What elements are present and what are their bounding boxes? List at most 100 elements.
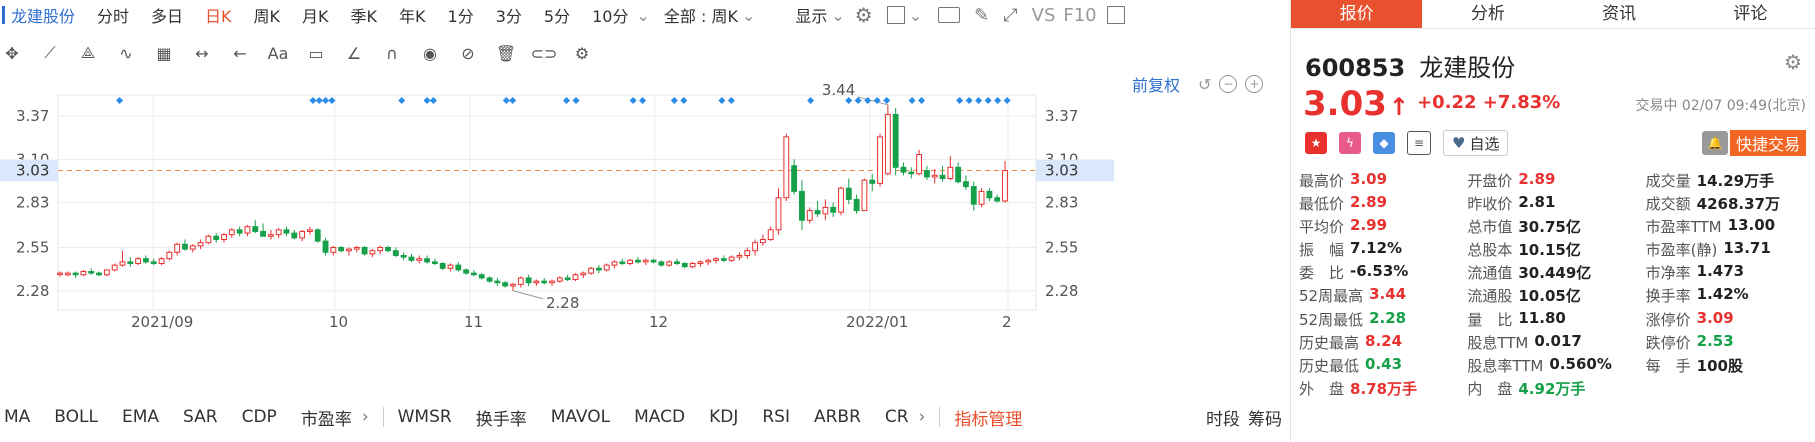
ind-3[interactable]: SAR — [183, 407, 218, 427]
period-9[interactable]: 5分 — [544, 3, 570, 27]
sidebar-toggle-icon[interactable] — [1106, 6, 1125, 24]
candle-body — [861, 179, 868, 212]
trash-icon[interactable]: 🗑 — [494, 41, 518, 65]
range-tool-icon[interactable]: ↔ — [190, 41, 214, 65]
quick-trade-button[interactable]: 快捷交易 — [1729, 130, 1806, 156]
ind-4[interactable]: CDP — [242, 407, 277, 427]
move-crosshair-icon[interactable]: ✥ — [0, 41, 24, 65]
tab-news[interactable]: 资讯 — [1554, 0, 1685, 28]
fullscreen-icon[interactable]: ⤢ — [1003, 5, 1017, 26]
event-marker — [562, 96, 571, 105]
quote-cell: 市净率 1.473 — [1646, 262, 1814, 285]
ind-5[interactable]: 市盈率 — [301, 405, 352, 430]
period-10[interactable]: 10分 — [592, 3, 628, 27]
cycle-selector[interactable]: 全部 : 周K — [664, 3, 738, 27]
camera-icon[interactable] — [938, 7, 961, 23]
candle-body — [486, 277, 493, 282]
period-8[interactable]: 3分 — [496, 3, 522, 27]
quote-label: 外 盘 — [1299, 379, 1345, 398]
candle-body — [830, 206, 837, 213]
pencil-icon[interactable]: ✎ — [974, 5, 989, 26]
ind-0[interactable]: MA — [4, 407, 30, 427]
kline-chart[interactable]: 2021/09 10 11 12 2022/01 2 3.37 3.37 3.10 3.10 2.8… — [0, 70, 1290, 400]
china-flag-icon[interactable]: ★ — [1305, 132, 1327, 154]
ind-1[interactable]: BOLL — [54, 407, 98, 427]
reset-icon[interactable]: ↺ — [1198, 75, 1211, 94]
candle-body — [424, 258, 430, 263]
stock-name[interactable]: 龙建股份 — [11, 3, 75, 27]
watchlist-button[interactable]: ♥ 自选 — [1443, 130, 1509, 156]
tag-icon[interactable]: ◆ — [1373, 132, 1395, 154]
text-tool-icon[interactable]: Aa — [266, 41, 290, 65]
quote-value: 14.29万手 — [1696, 172, 1775, 190]
chips-button[interactable]: 筹码 — [1248, 405, 1282, 430]
candle-body — [978, 190, 985, 205]
ind-7[interactable]: 换手率 — [476, 405, 527, 430]
ind-2[interactable]: EMA — [122, 407, 159, 427]
period-1[interactable]: 多日 — [151, 3, 183, 27]
display-chevron-icon[interactable]: ⌄ — [831, 6, 844, 25]
period-5[interactable]: 季K — [351, 3, 378, 27]
ind-11[interactable]: RSI — [762, 407, 790, 427]
quote-value: 2.53 — [1696, 331, 1734, 350]
ind-6[interactable]: WMSR — [398, 407, 452, 427]
arrow-tool-icon[interactable]: ← — [228, 41, 252, 65]
period-chevron-icon[interactable]: ⌄ — [636, 6, 649, 25]
candle-body — [697, 261, 704, 265]
candle-body — [236, 229, 243, 234]
chart-tool-icon[interactable]: ▦ — [152, 41, 176, 65]
wave-tool-icon[interactable]: ∿ — [114, 41, 138, 65]
ind-next2-icon[interactable]: › — [919, 407, 926, 427]
period-3[interactable]: 周K — [254, 3, 281, 27]
period-0[interactable]: 分时 — [97, 3, 129, 27]
period-4[interactable]: 月K — [302, 3, 329, 27]
indicator-manage-button[interactable]: 指标管理 — [954, 405, 1022, 430]
chart-type-chevron-icon[interactable]: ⌄ — [909, 6, 922, 25]
line-tool-icon[interactable]: ⟋ — [38, 41, 62, 65]
period-6[interactable]: 年K — [399, 3, 426, 27]
settings-gear-icon[interactable]: ⚙ — [855, 3, 873, 27]
ind-9[interactable]: MACD — [634, 407, 685, 427]
event-marker — [572, 96, 580, 105]
magnet-icon[interactable]: ∩ — [380, 41, 404, 65]
toolbar-gear-icon[interactable]: ⚙ — [570, 41, 594, 65]
tab-analysis[interactable]: 分析 — [1422, 0, 1553, 28]
adjust-button[interactable]: 前复权 — [1132, 72, 1180, 96]
event-marker — [975, 96, 983, 105]
zoom-out-icon[interactable]: − — [1219, 75, 1238, 93]
tab-quote[interactable]: 报价 — [1291, 0, 1423, 28]
ind-next-icon[interactable]: › — [362, 407, 369, 427]
tab-comments[interactable]: 评论 — [1685, 0, 1815, 28]
zoom-in-icon[interactable]: + — [1245, 75, 1264, 93]
alert-bell-icon[interactable]: 🔔 — [1702, 131, 1728, 155]
polyline-tool-icon[interactable]: ⟁ — [76, 41, 100, 65]
quote-label: 委 比 — [1299, 264, 1345, 283]
chart-type-square-icon[interactable] — [886, 6, 905, 24]
quote-label: 市盈率TTM — [1645, 218, 1722, 237]
period-2[interactable]: 日K — [205, 3, 232, 27]
vs-button[interactable]: VS — [1032, 5, 1056, 26]
f10-button[interactable]: F10 — [1063, 5, 1096, 26]
cycle-chevron-icon[interactable]: ⌄ — [742, 6, 755, 25]
period-7[interactable]: 1分 — [448, 3, 474, 27]
candle-body — [689, 263, 696, 268]
quote-gear-icon[interactable]: ⚙ — [1784, 50, 1802, 74]
quote-cell: 成交量 14.29万手 — [1646, 170, 1814, 193]
link-icon[interactable]: ⊂⊃ — [531, 41, 558, 65]
angle-tool-icon[interactable]: ∠ — [342, 41, 366, 65]
ind-13[interactable]: CR — [885, 407, 909, 427]
ind-10[interactable]: KDJ — [709, 407, 738, 427]
event-marker — [918, 96, 926, 105]
hide-icon[interactable]: ⊘ — [456, 41, 480, 65]
ind-8[interactable]: MAVOL — [551, 407, 610, 427]
margin-icon[interactable]: ϟ — [1339, 132, 1361, 154]
display-menu[interactable]: 显示 — [795, 3, 827, 27]
kline-svg[interactable]: 2021/09 10 11 12 2022/01 23.37 3.373.10 3.102.8… — [0, 70, 1290, 400]
notes-icon[interactable]: ≡ — [1407, 131, 1431, 155]
candle-body — [361, 246, 368, 255]
ind-12[interactable]: ARBR — [814, 407, 861, 427]
period-range-button[interactable]: 时段 — [1206, 405, 1240, 430]
quote-value: 10.15亿 — [1518, 241, 1581, 260]
comment-tool-icon[interactable]: ▭ — [304, 41, 328, 65]
eye-icon[interactable]: ◉ — [418, 41, 442, 65]
